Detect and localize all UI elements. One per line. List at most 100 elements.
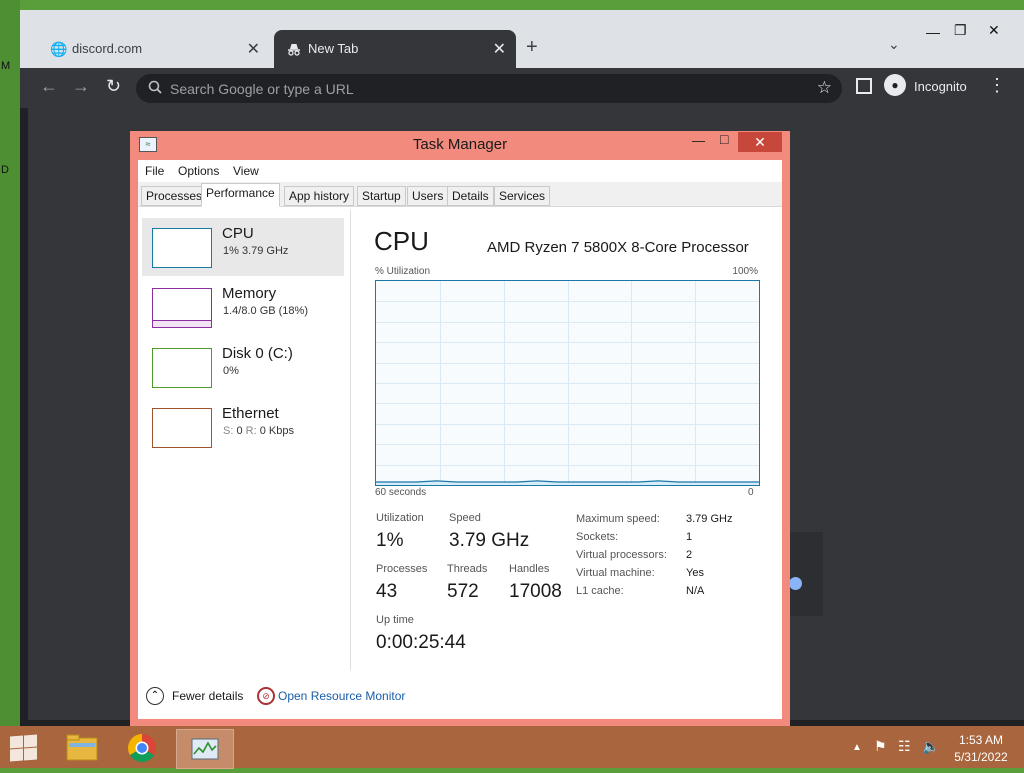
new-tab-button[interactable]: +	[526, 36, 538, 59]
chevron-up-icon[interactable]: ⌃	[146, 687, 164, 705]
address-bar-placeholder: Search Google or type a URL	[170, 81, 354, 97]
resource-monitor-icon: ⊘	[257, 687, 275, 705]
spec-label: Maximum speed:	[576, 513, 660, 525]
send-value: 0	[236, 425, 243, 437]
menu-bar: File Options View	[138, 160, 782, 182]
globe-icon: 🌐	[50, 41, 68, 57]
network-icon[interactable]: ☷	[898, 738, 911, 755]
processes-label: Processes	[376, 563, 428, 575]
task-manager-taskbar-button[interactable]	[176, 729, 234, 769]
speed-label: Speed	[449, 512, 481, 524]
receive-label: R:	[245, 425, 257, 437]
spec-value: 3.79 GHz	[686, 513, 733, 525]
background-dot	[789, 577, 802, 590]
minimize-icon[interactable]: —	[926, 24, 940, 40]
chrome-taskbar-button[interactable]	[114, 729, 170, 767]
close-window-button[interactable]: ✕	[738, 132, 782, 152]
action-center-flag-icon[interactable]: ⚑	[874, 738, 887, 755]
resource-item-disk[interactable]: Disk 0 (C:) 0%	[142, 338, 344, 396]
processor-model: AMD Ryzen 7 5800X 8-Core Processor	[487, 239, 749, 256]
resource-name: Memory	[222, 285, 277, 302]
desktop-background	[0, 0, 20, 726]
minimize-icon[interactable]: —	[692, 133, 705, 148]
search-icon	[148, 80, 162, 97]
menu-view[interactable]: View	[233, 164, 259, 178]
clock-date[interactable]: 5/31/2022	[950, 750, 1012, 764]
tab-performance[interactable]: Performance	[201, 183, 280, 207]
chrome-icon	[128, 734, 156, 762]
tab-bar: Processes Performance App history Startu…	[138, 182, 782, 207]
threads-label: Threads	[447, 563, 488, 575]
resource-item-memory[interactable]: Memory 1.4/8.0 GB (18%)	[142, 278, 344, 336]
spec-value: N/A	[686, 585, 705, 597]
spec-label: Virtual machine:	[576, 567, 655, 579]
window-title: Task Manager	[412, 136, 508, 153]
tab-details[interactable]: Details	[447, 186, 494, 206]
tab-label: New Tab	[308, 41, 359, 56]
side-panel-icon[interactable]	[856, 78, 872, 94]
show-hidden-icons-chevron-icon[interactable]: ▲	[852, 742, 862, 753]
close-tab-icon[interactable]: ✕	[247, 39, 260, 59]
more-menu-icon[interactable]: ⋮	[988, 75, 1006, 96]
tab-startup[interactable]: Startup	[357, 186, 406, 206]
resource-detail: 0%	[223, 365, 239, 377]
taskbar: ▲ ⚑ ☷ 🔈 1:53 AM 5/31/2022	[0, 726, 1024, 769]
handles-value: 17008	[509, 581, 562, 602]
clock-time[interactable]: 1:53 AM	[956, 733, 1006, 747]
ethernet-thumbnail-graph	[152, 408, 212, 448]
tab-discord[interactable]: 🌐 discord.com ✕	[38, 30, 270, 68]
file-explorer-taskbar-button[interactable]	[54, 729, 110, 767]
receive-value: 0 Kbps	[259, 425, 294, 437]
open-resource-monitor-link[interactable]: Open Resource Monitor	[278, 689, 405, 703]
reload-icon[interactable]: ↻	[106, 76, 121, 97]
graph-y-label: % Utilization	[375, 266, 431, 277]
bookmark-star-icon[interactable]: ☆	[817, 78, 832, 98]
resource-item-ethernet[interactable]: Ethernet S: 0 R: 0 Kbps	[142, 398, 344, 456]
volume-muted-icon[interactable]: 🔈	[922, 738, 939, 755]
spec-label: Virtual processors:	[576, 549, 667, 561]
spec-value: Yes	[686, 567, 704, 579]
incognito-icon	[286, 41, 302, 57]
restore-icon[interactable]: ❐	[954, 22, 967, 39]
threads-value: 572	[447, 581, 479, 602]
utilization-label: Utilization	[376, 512, 424, 524]
uptime-label: Up time	[376, 614, 414, 626]
graph-y-max: 100%	[732, 266, 758, 277]
tab-new-tab[interactable]: New Tab ✕	[274, 30, 516, 68]
pane-divider	[350, 210, 351, 670]
fewer-details-button[interactable]: Fewer details	[172, 689, 243, 703]
maximize-icon[interactable]: □	[720, 131, 728, 147]
tab-users[interactable]: Users	[407, 186, 449, 206]
incognito-label[interactable]: Incognito	[914, 79, 967, 94]
send-label: S:	[223, 425, 234, 437]
tab-search-chevron-icon[interactable]: ⌄	[888, 36, 900, 53]
tab-processes[interactable]: Processes	[141, 186, 208, 206]
address-bar[interactable]: Search Google or type a URL ☆	[136, 74, 842, 103]
incognito-profile-icon[interactable]: ●	[884, 74, 906, 96]
back-arrow-icon[interactable]: ←	[40, 76, 58, 97]
spec-label: Sockets:	[576, 531, 619, 543]
resource-heading: CPU	[374, 226, 429, 256]
resource-item-cpu[interactable]: CPU 1% 3.79 GHz	[142, 218, 344, 276]
tab-services[interactable]: Services	[494, 186, 551, 206]
menu-options[interactable]: Options	[178, 164, 219, 178]
speed-value: 3.79 GHz	[449, 530, 530, 551]
resource-name: CPU	[222, 225, 254, 242]
folder-icon	[66, 734, 98, 761]
close-window-icon[interactable]: ✕	[988, 22, 1000, 39]
uptime-value: 0:00:25:44	[376, 632, 466, 653]
desktop-icon-label: M	[1, 60, 11, 72]
forward-arrow-icon[interactable]: →	[72, 76, 90, 97]
menu-file[interactable]: File	[145, 164, 164, 178]
tab-app-history[interactable]: App history	[284, 186, 355, 206]
resource-detail: 1.4/8.0 GB (18%)	[223, 305, 308, 317]
task-manager-body: File Options View Processes Performance …	[138, 160, 782, 719]
tab-label: discord.com	[72, 41, 143, 56]
close-tab-icon[interactable]: ✕	[493, 39, 506, 59]
memory-thumbnail-graph	[152, 288, 212, 328]
windows-start-button[interactable]	[8, 734, 38, 762]
resource-detail: S: 0 R: 0 Kbps	[223, 425, 294, 437]
browser-tab-strip: 🌐 discord.com ✕ New Tab ✕ + ⌄ — ❐ ✕	[20, 10, 1024, 68]
desktop-icon-label: D	[1, 164, 9, 176]
cpu-thumbnail-graph	[152, 228, 212, 268]
